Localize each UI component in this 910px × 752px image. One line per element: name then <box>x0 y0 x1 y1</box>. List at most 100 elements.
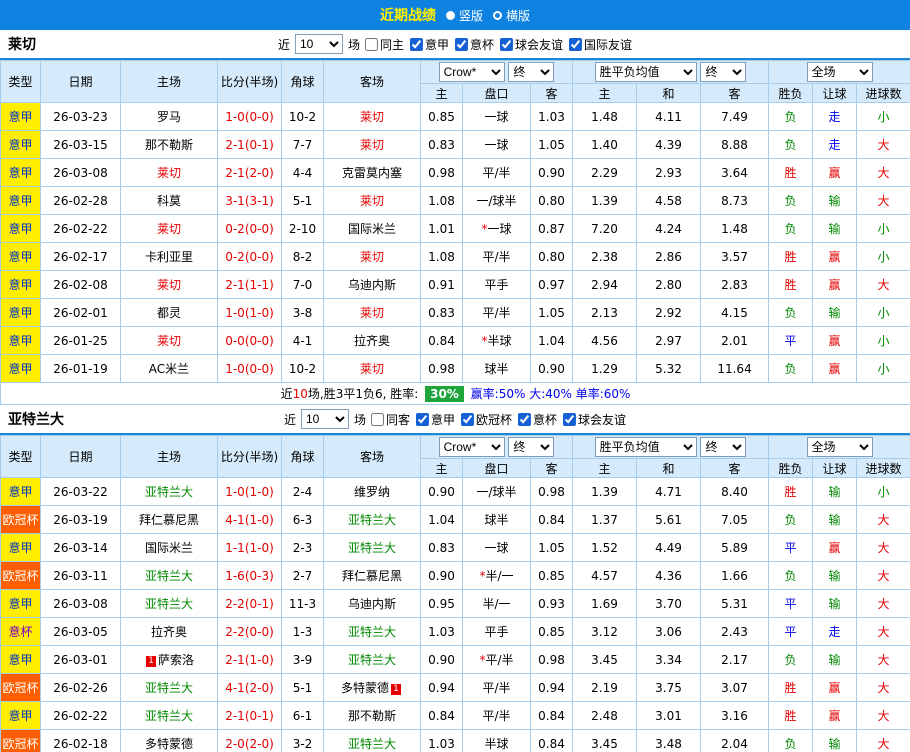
checkbox-input[interactable] <box>370 412 384 426</box>
team-link[interactable]: 多特蒙德 <box>341 681 389 695</box>
europe-company-select[interactable]: 胜平负均值 <box>594 62 697 82</box>
filter-checkbox[interactable]: 意甲 <box>415 411 455 428</box>
team-link[interactable]: 亚特兰大 <box>145 485 193 499</box>
scope-select[interactable]: 全场 <box>806 62 873 82</box>
europe-away-odds-cell: 1.66 <box>700 561 770 590</box>
team-link[interactable]: 拜仁慕尼黑 <box>139 513 199 527</box>
checkbox-input[interactable] <box>461 412 475 426</box>
checkbox-input[interactable] <box>500 37 514 51</box>
team-link[interactable]: 亚特兰大 <box>145 597 193 611</box>
team-link[interactable]: 罗马 <box>157 110 181 124</box>
team-link[interactable]: 莱切 <box>157 166 181 180</box>
team-link[interactable]: 国际米兰 <box>348 222 396 236</box>
team-link[interactable]: 亚特兰大 <box>348 513 396 527</box>
team-link[interactable]: 亚特兰大 <box>145 569 193 583</box>
filter-checkbox[interactable]: 球会友谊 <box>563 411 626 428</box>
team-link[interactable]: 莱切 <box>360 138 384 152</box>
filter-checkbox[interactable]: 意杯 <box>455 36 494 53</box>
team-link[interactable]: 乌迪内斯 <box>348 597 396 611</box>
summary-row: 近10场,胜3平1负6, 胜率: 30% 赢率:50% 大:40% 单率:60% <box>0 382 910 405</box>
team-link[interactable]: 亚特兰大 <box>348 737 396 751</box>
score-cell: 1-6(0-3) <box>217 561 282 590</box>
team-link[interactable]: 卡利亚里 <box>145 250 193 264</box>
filter-checkbox[interactable]: 意杯 <box>518 411 557 428</box>
team-link[interactable]: 莱切 <box>360 362 384 376</box>
rounds-select[interactable]: 10 <box>300 409 349 429</box>
team-link[interactable]: 乌迪内斯 <box>348 278 396 292</box>
team-link[interactable]: 都灵 <box>157 306 181 320</box>
team-link[interactable]: 国际米兰 <box>145 541 193 555</box>
away-handicap-star: * <box>479 653 486 667</box>
team-link[interactable]: 亚特兰大 <box>348 625 396 639</box>
team-link[interactable]: 莱切 <box>360 110 384 124</box>
team-link[interactable]: 莱切 <box>360 250 384 264</box>
team-link[interactable]: 萨索洛 <box>158 653 194 667</box>
europe-final-select[interactable]: 终 <box>700 437 747 457</box>
checkbox-input[interactable] <box>364 37 378 51</box>
scope-select[interactable]: 全场 <box>806 437 873 457</box>
radio-vertical-layout[interactable]: 竖版 <box>445 7 483 24</box>
team-link[interactable]: 亚特兰大 <box>348 653 396 667</box>
team-link[interactable]: 莱切 <box>360 194 384 208</box>
goals-result-cell: 大 <box>856 505 910 534</box>
odds-company-select[interactable]: Crow* <box>438 437 505 457</box>
asia-home-odds-cell: 1.01 <box>420 214 463 243</box>
odds-company-select[interactable]: Crow* <box>438 62 505 82</box>
handicap-result-cell: 输 <box>812 214 858 243</box>
filter-checkbox[interactable]: 意甲 <box>409 36 449 53</box>
team-link[interactable]: 拉齐奥 <box>151 625 187 639</box>
team-link[interactable]: AC米兰 <box>149 362 189 376</box>
match-type-cell: 欧冠杯 <box>0 505 41 534</box>
checkbox-input[interactable] <box>569 37 583 51</box>
team-link[interactable]: 克雷莫内塞 <box>342 166 402 180</box>
corners-cell: 10-2 <box>281 102 324 131</box>
asia-handicap-cell: *一球 <box>462 214 531 243</box>
corners-cell: 6-3 <box>281 505 324 534</box>
europe-final-select[interactable]: 终 <box>700 62 747 82</box>
filter-checkbox[interactable]: 同主 <box>364 36 404 53</box>
score-cell: 3-1(3-1) <box>217 186 282 215</box>
team-link[interactable]: 那不勒斯 <box>348 709 396 723</box>
filter-checkbox[interactable]: 球会友谊 <box>500 36 563 53</box>
team-link[interactable]: 拜仁慕尼黑 <box>342 569 402 583</box>
handicap-result-cell: 赢 <box>812 158 858 187</box>
team-link[interactable]: 莱切 <box>360 306 384 320</box>
checkbox-input[interactable] <box>518 412 532 426</box>
matches-table: 类型 日期 主场 比分(半场) 角球 客场 Crow* 终 胜平负均值 终 全场… <box>0 60 910 405</box>
checkbox-input[interactable] <box>563 412 577 426</box>
corners-cell: 2-3 <box>281 533 324 562</box>
team-link[interactable]: 莱切 <box>157 278 181 292</box>
subcol-header: 让球 <box>812 83 858 103</box>
corners-cell: 3-2 <box>281 729 324 752</box>
checkbox-input[interactable] <box>455 37 469 51</box>
team-link[interactable]: 亚特兰大 <box>145 681 193 695</box>
summary-text: 场,胜3平1负6, 胜率: <box>307 387 423 401</box>
team-link[interactable]: 拉齐奥 <box>354 334 390 348</box>
asia-final-select[interactable]: 终 <box>508 62 555 82</box>
europe-company-select[interactable]: 胜平负均值 <box>594 437 697 457</box>
radio-horizontal-layout[interactable]: 横版 <box>493 7 530 24</box>
score-cell: 1-0(1-0) <box>217 298 282 327</box>
filter-checkbox[interactable]: 欧冠杯 <box>461 411 512 428</box>
rounds-select[interactable]: 10 <box>294 34 343 54</box>
europe-away-odds-cell: 2.83 <box>700 270 770 299</box>
team-link[interactable]: 莱切 <box>157 334 181 348</box>
radio-unselected-icon <box>493 10 502 20</box>
checkbox-input[interactable] <box>415 412 429 426</box>
team-link[interactable]: 亚特兰大 <box>145 709 193 723</box>
team-link[interactable]: 科莫 <box>157 194 181 208</box>
team-link[interactable]: 维罗纳 <box>354 485 390 499</box>
filter-checkbox[interactable]: 国际友谊 <box>569 36 632 53</box>
team-link[interactable]: 那不勒斯 <box>145 138 193 152</box>
winloss-cell: 胜 <box>768 673 814 702</box>
asia-final-select[interactable]: 终 <box>508 437 555 457</box>
match-type-cell: 意甲 <box>0 186 41 215</box>
team-link[interactable]: 多特蒙德 <box>145 737 193 751</box>
match-date-cell: 26-02-22 <box>40 701 121 730</box>
checkbox-input[interactable] <box>409 37 423 51</box>
filter-checkbox[interactable]: 同客 <box>370 411 410 428</box>
team-link[interactable]: 亚特兰大 <box>348 541 396 555</box>
page-title: 近期战绩 <box>379 8 436 24</box>
summary-text: 单率:60% <box>571 387 631 401</box>
team-link[interactable]: 莱切 <box>157 222 181 236</box>
